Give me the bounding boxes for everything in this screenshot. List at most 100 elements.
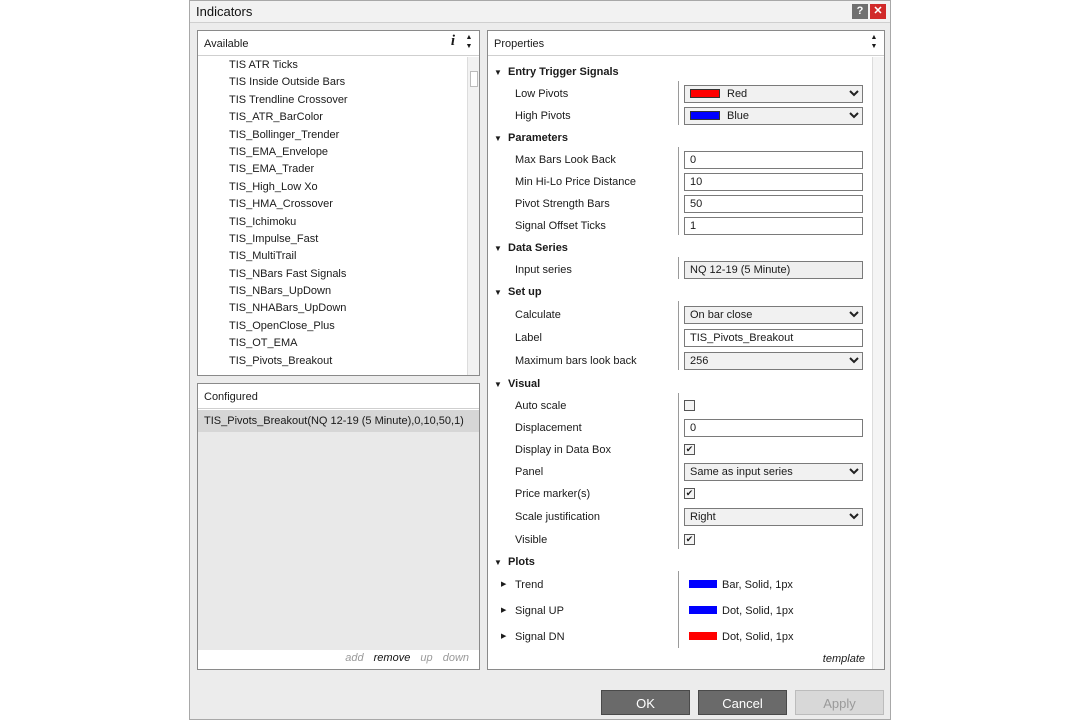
label-label: Label xyxy=(515,332,542,344)
plot-signal-dn-value[interactable]: Dot, Solid, 1px xyxy=(689,627,794,647)
apply-button[interactable]: Apply xyxy=(795,690,884,715)
property-grid: ▼ Entry Trigger Signals Low Pivots Red Hi… xyxy=(488,57,872,651)
chevron-down-icon xyxy=(849,513,859,520)
chevron-down-icon xyxy=(849,112,859,119)
price-marker-checkbox[interactable]: ✔ xyxy=(684,488,695,499)
sort-spinner-icon[interactable]: ▲ ▼ xyxy=(869,33,879,51)
category-plots[interactable]: ▼ Plots xyxy=(494,552,535,572)
info-icon[interactable]: i xyxy=(451,33,455,50)
input-series-field[interactable]: NQ 12-19 (5 Minute) xyxy=(684,261,863,279)
configured-header: Configured xyxy=(198,384,479,409)
grid-divider xyxy=(678,301,679,370)
cancel-button[interactable]: Cancel xyxy=(698,690,787,715)
category-data-series[interactable]: ▼ Data Series xyxy=(494,238,568,258)
list-item[interactable]: TIS_NBars Fast Signals xyxy=(198,266,467,283)
remove-link[interactable]: remove xyxy=(374,652,411,664)
scale-justification-select[interactable]: Right xyxy=(684,508,863,526)
collapse-triangle-icon: ▼ xyxy=(494,380,502,389)
template-link[interactable]: template xyxy=(823,653,865,665)
high-pivots-label: High Pivots xyxy=(515,110,571,122)
collapse-triangle-icon: ▼ xyxy=(494,558,502,567)
list-item[interactable]: TIS_Impulse_Fast xyxy=(198,231,467,248)
color-swatch xyxy=(690,88,720,98)
down-link[interactable]: down xyxy=(443,652,469,664)
list-item[interactable]: TIS_MultiTrail xyxy=(198,248,467,265)
list-item[interactable]: TIS Trendline Crossover xyxy=(198,92,467,109)
list-item[interactable]: TIS Inside Outside Bars xyxy=(198,74,467,91)
category-setup[interactable]: ▼ Set up xyxy=(494,282,542,302)
collapse-triangle-icon: ▼ xyxy=(494,68,502,77)
data-box-checkbox[interactable]: ✔ xyxy=(684,444,695,455)
properties-header: Properties ▲ ▼ xyxy=(488,31,884,56)
color-swatch xyxy=(689,632,717,641)
expand-triangle-icon[interactable]: ▶ xyxy=(501,601,506,621)
list-item[interactable]: TIS_ATR_BarColor xyxy=(198,109,467,126)
data-box-label: Display in Data Box xyxy=(515,444,611,456)
available-header: Available i ▲ ▼ xyxy=(198,31,479,56)
help-button[interactable]: ? xyxy=(852,4,868,19)
properties-title: Properties xyxy=(494,38,545,50)
plot-signal-dn-label[interactable]: Signal DN xyxy=(515,627,565,647)
list-item[interactable]: TIS_Bollinger_Trender xyxy=(198,127,467,144)
max-lookback-select[interactable]: 256 xyxy=(684,352,863,370)
expand-triangle-icon[interactable]: ▶ xyxy=(501,627,506,647)
label-field[interactable]: TIS_Pivots_Breakout xyxy=(684,329,863,347)
list-item[interactable]: TIS_Ichimoku xyxy=(198,214,467,231)
list-item[interactable]: TIS ATR Ticks xyxy=(198,57,467,74)
list-item[interactable]: TIS_OpenClose_Plus xyxy=(198,318,467,335)
scrollbar-thumb[interactable] xyxy=(470,71,478,87)
plot-trend-label[interactable]: Trend xyxy=(515,575,543,595)
category-entry-trigger[interactable]: ▼ Entry Trigger Signals xyxy=(494,62,619,82)
plot-trend-value[interactable]: Bar, Solid, 1px xyxy=(689,575,793,595)
max-bars-field[interactable]: 0 xyxy=(684,151,863,169)
configured-item[interactable]: TIS_Pivots_Breakout(NQ 12-19 (5 Minute),… xyxy=(198,410,479,432)
min-hilo-label: Min Hi-Lo Price Distance xyxy=(515,176,637,188)
calculate-select[interactable]: On bar close xyxy=(684,306,863,324)
list-item[interactable]: TIS_High_Low Xo xyxy=(198,179,467,196)
visible-checkbox[interactable]: ✔ xyxy=(684,534,695,545)
calculate-label: Calculate xyxy=(515,309,561,321)
visible-label: Visible xyxy=(515,534,548,546)
signal-offset-label: Signal Offset Ticks xyxy=(515,220,606,232)
sort-spinner-icon[interactable]: ▲ ▼ xyxy=(464,33,474,51)
category-visual[interactable]: ▼ Visual xyxy=(494,374,540,394)
collapse-triangle-icon: ▼ xyxy=(494,288,502,297)
pivot-strength-field[interactable]: 50 xyxy=(684,195,863,213)
list-item[interactable]: TIS_Pivots_Breakout xyxy=(198,353,467,370)
auto-scale-checkbox[interactable] xyxy=(684,400,695,411)
chevron-down-icon xyxy=(849,468,859,475)
expand-triangle-icon[interactable]: ▶ xyxy=(501,575,506,595)
properties-panel: Properties ▲ ▼ ▼ Entry Trigger Signals Low… xyxy=(487,30,885,670)
max-bars-label: Max Bars Look Back xyxy=(515,154,616,166)
input-series-label: Input series xyxy=(515,264,572,276)
list-item[interactable]: TIS_OT_EMA xyxy=(198,335,467,352)
up-link[interactable]: up xyxy=(420,652,432,664)
low-pivots-select[interactable]: Red xyxy=(684,85,863,103)
plot-signal-up-label[interactable]: Signal UP xyxy=(515,601,564,621)
properties-scrollbar[interactable] xyxy=(872,57,884,669)
window-title: Indicators xyxy=(196,4,253,19)
close-button[interactable]: ✕ xyxy=(870,4,886,19)
list-item[interactable]: TIS_EMA_Envelope xyxy=(198,144,467,161)
list-item[interactable]: TIS_NBars_UpDown xyxy=(198,283,467,300)
displacement-field[interactable]: 0 xyxy=(684,419,863,437)
available-scrollbar[interactable] xyxy=(467,57,479,375)
add-link[interactable]: add xyxy=(345,652,363,664)
chevron-down-icon xyxy=(849,90,859,97)
signal-offset-field[interactable]: 1 xyxy=(684,217,863,235)
chevron-down-icon xyxy=(849,311,859,318)
list-item[interactable]: TIS_EMA_Trader xyxy=(198,161,467,178)
min-hilo-field[interactable]: 10 xyxy=(684,173,863,191)
high-pivots-select[interactable]: Blue xyxy=(684,107,863,125)
ok-button[interactable]: OK xyxy=(601,690,690,715)
panel-select[interactable]: Same as input series xyxy=(684,463,863,481)
plot-signal-up-value[interactable]: Dot, Solid, 1px xyxy=(689,601,794,621)
pivot-strength-label: Pivot Strength Bars xyxy=(515,198,610,210)
category-parameters[interactable]: ▼ Parameters xyxy=(494,128,568,148)
max-lookback-label: Maximum bars look back xyxy=(515,355,637,367)
low-pivots-label: Low Pivots xyxy=(515,88,569,100)
list-item[interactable]: TIS_NHABars_UpDown xyxy=(198,300,467,317)
collapse-triangle-icon: ▼ xyxy=(494,244,502,253)
grid-divider xyxy=(678,393,679,549)
list-item[interactable]: TIS_HMA_Crossover xyxy=(198,196,467,213)
